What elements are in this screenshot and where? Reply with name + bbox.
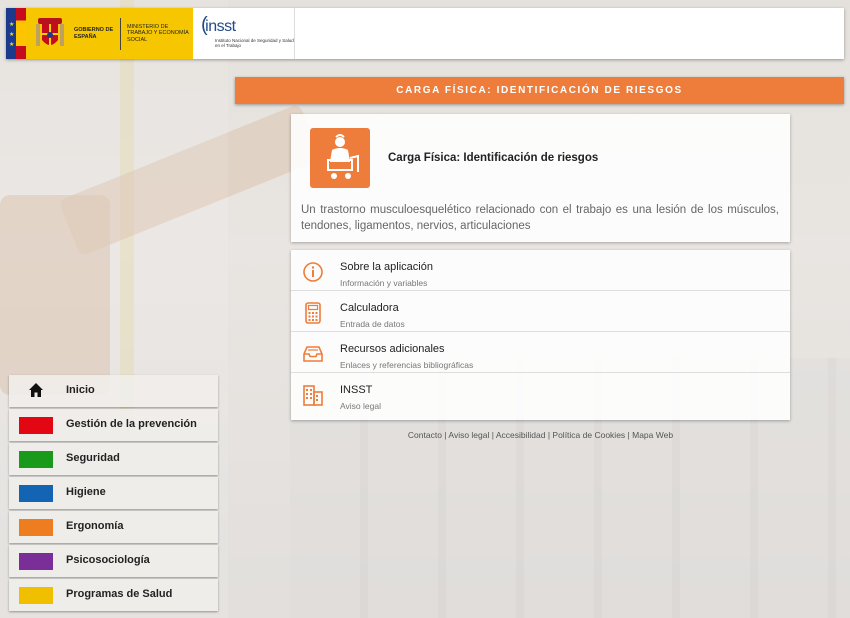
nav-item-label: Seguridad bbox=[66, 452, 120, 464]
nav-item-label: Programas de Salud bbox=[66, 588, 173, 600]
gobierno-logo[interactable]: ★ ★ ★ GOBIERNO DE ESPAÑA MINISTERIO DE TRA… bbox=[6, 8, 193, 59]
menu-item-title: Recursos adicionales bbox=[340, 343, 445, 355]
color-swatch bbox=[19, 417, 53, 434]
footer-link-contacto[interactable]: Contacto bbox=[408, 430, 442, 440]
nav-item-gestion[interactable]: Gestión de la prevención bbox=[9, 409, 218, 441]
home-icon bbox=[29, 383, 43, 397]
coat-of-arms-icon bbox=[36, 17, 64, 46]
menu-item-recursos[interactable]: Recursos adicionales Enlaces y referenci… bbox=[291, 332, 790, 373]
footer-links: Contacto | Aviso legal | Accesibilidad |… bbox=[407, 430, 674, 440]
sidebar-nav: Inicio Gestión de la prevención Segurida… bbox=[9, 375, 218, 613]
menu-item-subtitle: Aviso legal bbox=[340, 401, 381, 411]
nav-item-seguridad[interactable]: Seguridad bbox=[9, 443, 218, 475]
menu-item-calculadora[interactable]: Calculadora Entrada de datos bbox=[291, 291, 790, 332]
flag-icon: ★ ★ ★ bbox=[6, 8, 26, 59]
nav-item-psicosociologia[interactable]: Psicosociología bbox=[9, 545, 218, 577]
nav-item-label: Inicio bbox=[66, 384, 95, 396]
menu-item-subtitle: Información y variables bbox=[340, 278, 428, 288]
color-swatch bbox=[19, 519, 53, 536]
menu-item-title: Calculadora bbox=[340, 302, 399, 314]
footer-link-accesibilidad[interactable]: Accesibilidad bbox=[496, 430, 546, 440]
page-title: CARGA FÍSICA: IDENTIFICACIÓN DE RIESGOS bbox=[235, 77, 844, 104]
header-bar: ★ ★ ★ GOBIERNO DE ESPAÑA MINISTERIO DE TRA… bbox=[6, 8, 844, 59]
footer-link-aviso-legal[interactable]: Aviso legal bbox=[448, 430, 489, 440]
menu-item-subtitle: Entrada de datos bbox=[340, 319, 405, 329]
nav-item-ergonomia[interactable]: Ergonomía bbox=[9, 511, 218, 543]
nav-item-programas-salud[interactable]: Programas de Salud bbox=[9, 579, 218, 611]
insst-tagline: Instituto Nacional de Seguridad y Salud … bbox=[215, 38, 294, 48]
intro-title: Carga Física: Identificación de riesgos bbox=[388, 152, 599, 164]
info-icon bbox=[303, 262, 323, 282]
menu-list: Sobre la aplicación Información y variab… bbox=[291, 250, 790, 420]
nav-item-inicio[interactable]: Inicio bbox=[9, 375, 218, 407]
color-swatch bbox=[19, 451, 53, 468]
menu-item-insst[interactable]: INSST Aviso legal bbox=[291, 373, 790, 414]
worker-lifting-icon bbox=[310, 128, 370, 188]
nav-item-label: Psicosociología bbox=[66, 554, 150, 566]
nav-item-label: Higiene bbox=[66, 486, 106, 498]
calculator-icon bbox=[305, 302, 321, 324]
insst-logo-text: insst bbox=[205, 18, 236, 35]
menu-item-title: Sobre la aplicación bbox=[340, 261, 433, 273]
nav-item-label: Ergonomía bbox=[66, 520, 124, 532]
menu-item-title: INSST bbox=[340, 384, 373, 396]
gobierno-text: GOBIERNO DE ESPAÑA bbox=[74, 27, 114, 40]
color-swatch bbox=[19, 587, 53, 604]
intro-description: Un trastorno musculoesquelético relacion… bbox=[301, 204, 779, 232]
ministerio-text: MINISTERIO DE TRABAJO Y ECONOMÍA SOCIAL bbox=[127, 23, 189, 43]
menu-item-subtitle: Enlaces y referencias bibliográficas bbox=[340, 360, 474, 370]
building-icon bbox=[303, 385, 323, 406]
footer-link-mapa-web[interactable]: Mapa Web bbox=[632, 430, 673, 440]
intro-card: Carga Física: Identificación de riesgos … bbox=[291, 114, 790, 242]
color-swatch bbox=[19, 485, 53, 502]
menu-item-sobre[interactable]: Sobre la aplicación Información y variab… bbox=[291, 250, 790, 291]
nav-item-label: Gestión de la prevención bbox=[66, 418, 197, 430]
insst-logo[interactable]: (insst Instituto Nacional de Seguridad y… bbox=[193, 8, 295, 59]
color-swatch bbox=[19, 553, 53, 570]
inbox-icon bbox=[303, 346, 323, 362]
footer-link-cookies[interactable]: Política de Cookies bbox=[552, 430, 625, 440]
nav-item-higiene[interactable]: Higiene bbox=[9, 477, 218, 509]
